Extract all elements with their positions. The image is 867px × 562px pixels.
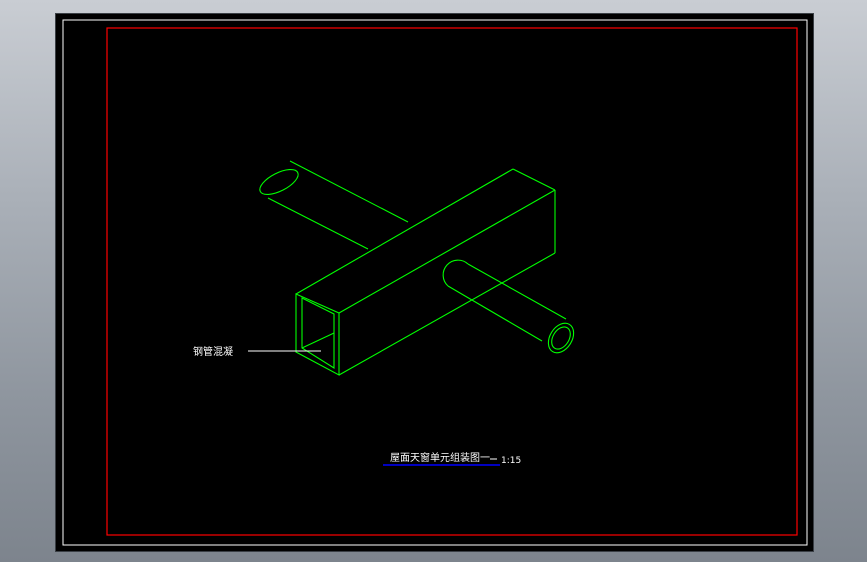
assembly-geometry — [259, 160, 575, 376]
cad-viewport[interactable]: 钢管混凝 屋面天窗单元组装图一 1:15 — [55, 13, 814, 552]
callout-label: 钢管混凝 — [193, 345, 233, 358]
round-tube-back — [259, 160, 409, 250]
square-tube — [295, 168, 556, 376]
round-tube-back-end — [259, 168, 299, 196]
cad-drawing: 钢管混凝 屋面天窗单元组装图一 1:15 — [62, 19, 808, 546]
drawing-title: 屋面天窗单元组装图一 — [390, 451, 490, 464]
round-tube-front-end-outer — [547, 322, 575, 354]
drawing-scale: 1:15 — [501, 456, 521, 466]
round-tube-front — [442, 259, 575, 354]
round-tube-front-end-inner — [551, 326, 571, 350]
sheet-outer-frame — [62, 19, 808, 546]
